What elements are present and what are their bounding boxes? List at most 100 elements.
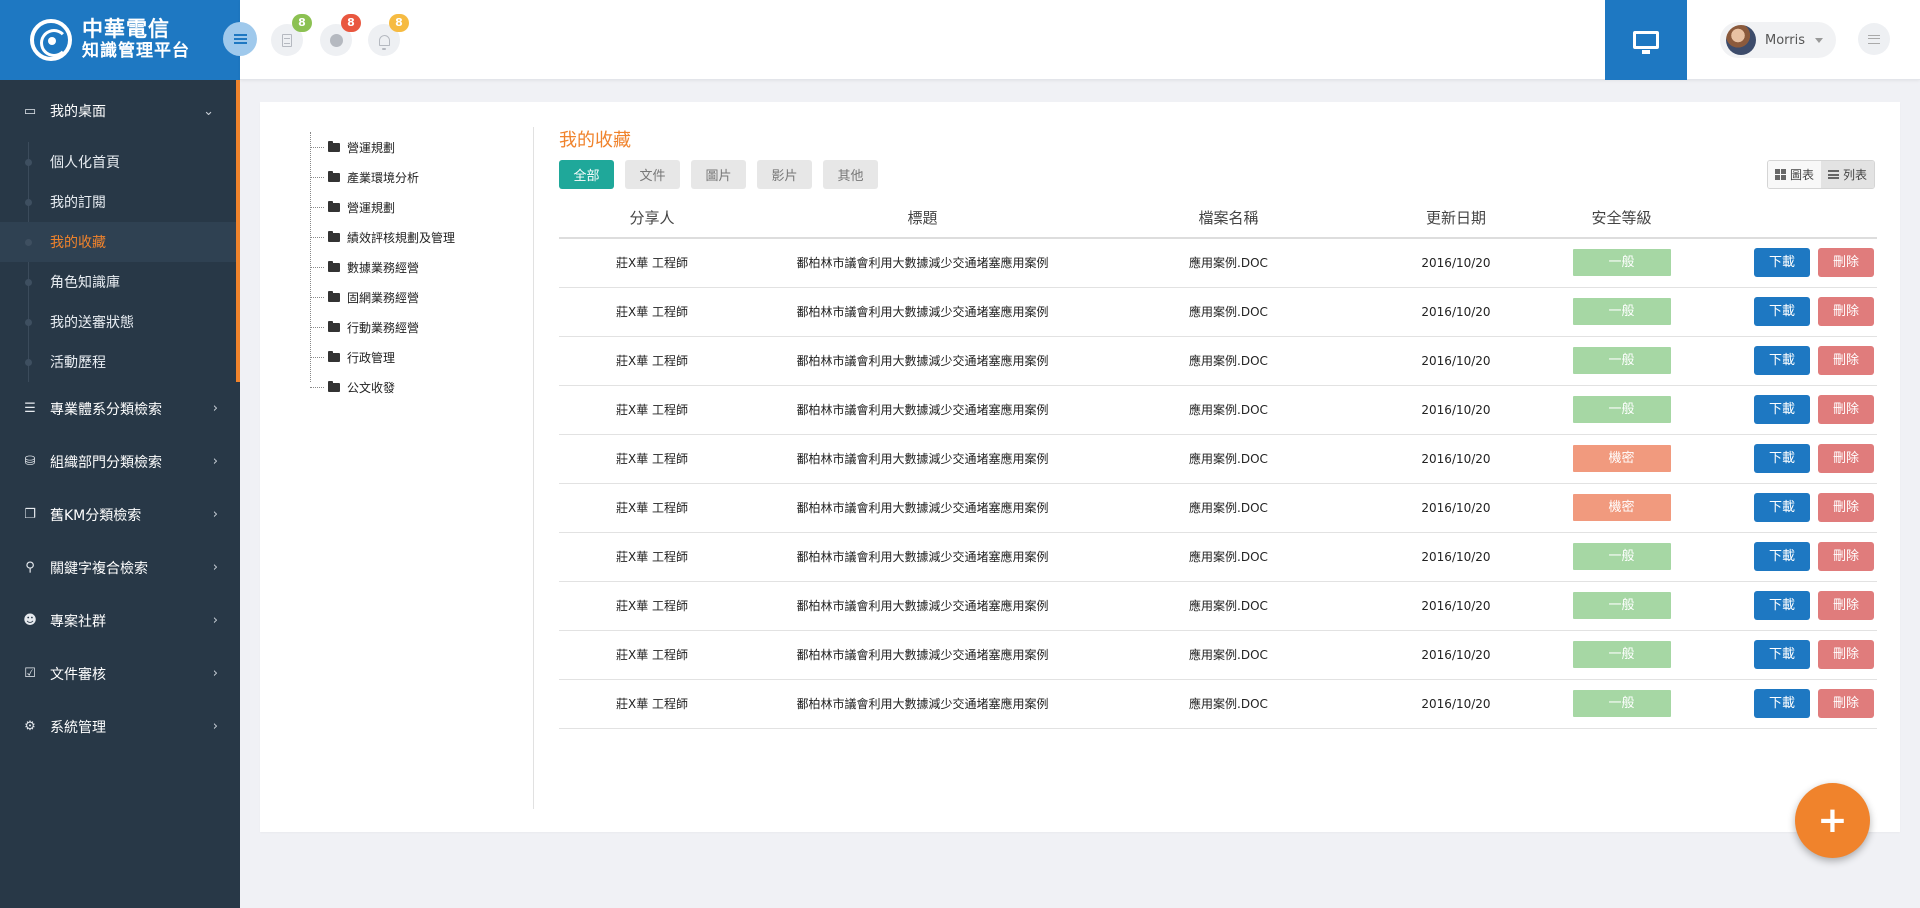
cell-filename[interactable]: 應用案例.DOC xyxy=(1100,336,1357,386)
cell-title[interactable]: 鄱柏林市議會利用大數據減少交通堵塞應用案例 xyxy=(745,630,1100,680)
tree-item[interactable]: 公文收發 xyxy=(310,372,510,402)
download-button[interactable]: 下載 xyxy=(1754,248,1810,278)
cell-security: 一般 xyxy=(1555,679,1688,729)
chevron-down-icon: ⌄ xyxy=(203,103,214,119)
delete-button[interactable]: 刪除 xyxy=(1818,346,1874,375)
delete-button[interactable]: 刪除 xyxy=(1818,640,1874,669)
sidebar-subitem[interactable]: 個人化首頁 xyxy=(0,142,236,182)
desktop-view-button[interactable] xyxy=(1605,0,1687,80)
bell-notification-button[interactable]: 8 xyxy=(368,14,409,56)
filter-tab[interactable]: 文件 xyxy=(625,160,680,189)
sidebar-item[interactable]: ☰ 專業體系分類檢索 › xyxy=(0,382,240,435)
sidebar-item[interactable]: ❐ 舊KM分類檢索 › xyxy=(0,488,240,541)
delete-button[interactable]: 刪除 xyxy=(1818,493,1874,522)
cell-date: 2016/10/20 xyxy=(1357,434,1555,484)
tree-item[interactable]: 營運規劃 xyxy=(310,132,510,162)
cell-sharer: 莊X華 工程師 xyxy=(559,434,745,484)
sidebar-subitem[interactable]: 我的送審狀態 xyxy=(0,302,236,342)
download-button[interactable]: 下載 xyxy=(1754,493,1810,522)
download-button[interactable]: 下載 xyxy=(1754,297,1810,326)
folder-icon xyxy=(328,260,340,272)
cell-title[interactable]: 鄱柏林市議會利用大數據減少交通堵塞應用案例 xyxy=(745,238,1100,288)
download-button[interactable]: 下載 xyxy=(1754,542,1810,571)
tree-item-label: 營運規劃 xyxy=(347,200,396,215)
cell-filename[interactable]: 應用案例.DOC xyxy=(1100,581,1357,631)
sidebar-item[interactable]: ☻ 專案社群 › xyxy=(0,594,240,647)
globe-notification-button[interactable]: 8 xyxy=(320,14,361,56)
sidebar-item-desk[interactable]: ▭ 我的桌面 ⌄ xyxy=(0,80,236,142)
delete-button[interactable]: 刪除 xyxy=(1818,542,1874,571)
cell-title[interactable]: 鄱柏林市議會利用大數據減少交通堵塞應用案例 xyxy=(745,679,1100,729)
list-icon xyxy=(1827,170,1839,179)
download-button[interactable]: 下載 xyxy=(1754,395,1810,424)
copy-icon: ❐ xyxy=(24,507,36,522)
tree-item-label: 產業環境分析 xyxy=(347,170,420,185)
user-menu[interactable]: Morris xyxy=(1720,22,1836,58)
table-row: 莊X華 工程師 鄱柏林市議會利用大數據減少交通堵塞應用案例 應用案例.DOC 2016… xyxy=(559,336,1877,386)
delete-button[interactable]: 刪除 xyxy=(1818,444,1874,473)
sidebar-item[interactable]: ⚙ 系統管理 › xyxy=(0,700,240,753)
sidebar-item-label: 文件審核 xyxy=(50,666,106,683)
tree-item[interactable]: 行政管理 xyxy=(310,342,510,372)
side-panel-button[interactable] xyxy=(1858,23,1890,55)
chart-view-button[interactable]: 圖表 xyxy=(1767,161,1821,188)
sidebar-subitem[interactable]: 我的訂閱 xyxy=(0,182,236,222)
cell-title[interactable]: 鄱柏林市議會利用大數據減少交通堵塞應用案例 xyxy=(745,532,1100,582)
cell-filename[interactable]: 應用案例.DOC xyxy=(1100,434,1357,484)
sidebar-item[interactable]: ⛁ 組織部門分類檢索 › xyxy=(0,435,240,488)
cell-title[interactable]: 鄱柏林市議會利用大數據減少交通堵塞應用案例 xyxy=(745,483,1100,533)
filter-tab[interactable]: 圖片 xyxy=(691,160,746,189)
column-header-security[interactable]: 安全等級 xyxy=(1555,198,1688,239)
cell-filename[interactable]: 應用案例.DOC xyxy=(1100,483,1357,533)
cell-security: 一般 xyxy=(1555,238,1688,288)
column-header-date[interactable]: 更新日期 xyxy=(1357,198,1555,239)
column-header-filename[interactable]: 檔案名稱 xyxy=(1100,198,1357,239)
sidebar-item[interactable]: ⚲ 關鍵字複合檢索 › xyxy=(0,541,240,594)
filter-tab[interactable]: 影片 xyxy=(757,160,812,189)
menu-toggle-button[interactable] xyxy=(223,22,257,56)
tree-item[interactable]: 行動業務經營 xyxy=(310,312,510,342)
cell-filename[interactable]: 應用案例.DOC xyxy=(1100,532,1357,582)
folder-icon xyxy=(328,170,340,182)
cell-title[interactable]: 鄱柏林市議會利用大數據減少交通堵塞應用案例 xyxy=(745,434,1100,484)
filter-tab[interactable]: 其他 xyxy=(823,160,878,189)
tree-item[interactable]: 績效評核規劃及管理 xyxy=(310,222,510,252)
download-button[interactable]: 下載 xyxy=(1754,640,1810,669)
tree-item[interactable]: 固網業務經營 xyxy=(310,282,510,312)
download-button[interactable]: 下載 xyxy=(1754,444,1810,473)
download-button[interactable]: 下載 xyxy=(1754,346,1810,375)
tree-item[interactable]: 數據業務經營 xyxy=(310,252,510,282)
brand-logo[interactable]: 中華電信 知識管理平台 xyxy=(0,0,240,80)
download-button[interactable]: 下載 xyxy=(1754,689,1810,718)
table-row: 莊X華 工程師 鄱柏林市議會利用大數據減少交通堵塞應用案例 應用案例.DOC 2016… xyxy=(559,581,1877,631)
cell-security: 一般 xyxy=(1555,630,1688,680)
sidebar-subitem[interactable]: 我的收藏 xyxy=(0,222,236,262)
cell-title[interactable]: 鄱柏林市議會利用大數據減少交通堵塞應用案例 xyxy=(745,385,1100,435)
add-button[interactable]: + xyxy=(1795,783,1870,858)
cell-title[interactable]: 鄱柏林市議會利用大數據減少交通堵塞應用案例 xyxy=(745,287,1100,337)
cell-date: 2016/10/20 xyxy=(1357,483,1555,533)
tree-item[interactable]: 產業環境分析 xyxy=(310,162,510,192)
sidebar-subitem[interactable]: 活動歷程 xyxy=(0,342,236,382)
column-header-sharer[interactable]: 分享人 xyxy=(559,198,745,239)
cell-filename[interactable]: 應用案例.DOC xyxy=(1100,238,1357,288)
delete-button[interactable]: 刪除 xyxy=(1818,395,1874,424)
sidebar-item[interactable]: ☑ 文件審核 › xyxy=(0,647,240,700)
cell-title[interactable]: 鄱柏林市議會利用大數據減少交通堵塞應用案例 xyxy=(745,336,1100,386)
delete-button[interactable]: 刪除 xyxy=(1818,689,1874,718)
cell-filename[interactable]: 應用案例.DOC xyxy=(1100,679,1357,729)
delete-button[interactable]: 刪除 xyxy=(1818,248,1874,278)
cell-filename[interactable]: 應用案例.DOC xyxy=(1100,630,1357,680)
filter-tab[interactable]: 全部 xyxy=(559,160,614,189)
sidebar-subitem[interactable]: 角色知識庫 xyxy=(0,262,236,302)
cell-filename[interactable]: 應用案例.DOC xyxy=(1100,287,1357,337)
cell-filename[interactable]: 應用案例.DOC xyxy=(1100,385,1357,435)
delete-button[interactable]: 刪除 xyxy=(1818,297,1874,326)
tree-item[interactable]: 營運規劃 xyxy=(310,192,510,222)
download-button[interactable]: 下載 xyxy=(1754,591,1810,620)
list-view-button[interactable]: 列表 xyxy=(1820,161,1874,188)
delete-button[interactable]: 刪除 xyxy=(1818,591,1874,620)
column-header-title[interactable]: 標題 xyxy=(745,198,1100,239)
cell-title[interactable]: 鄱柏林市議會利用大數據減少交通堵塞應用案例 xyxy=(745,581,1100,631)
document-notification-button[interactable]: 8 xyxy=(271,14,312,56)
